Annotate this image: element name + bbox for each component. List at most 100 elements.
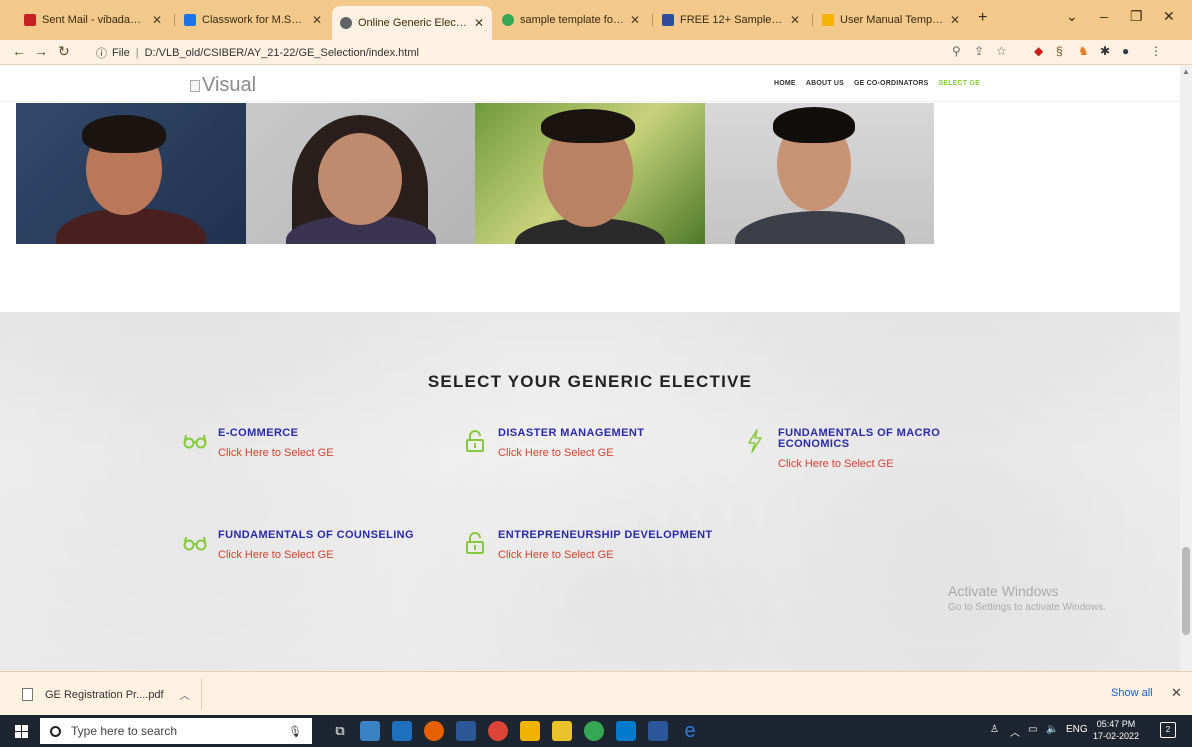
notification-center-icon[interactable]: 2 xyxy=(1160,722,1176,738)
coordinator-photo xyxy=(245,103,475,244)
select-ge-link[interactable]: Click Here to Select GE xyxy=(218,549,334,561)
mail-app-icon[interactable] xyxy=(392,721,412,741)
close-tab-icon[interactable]: ✕ xyxy=(790,13,800,27)
tab-sent-mail[interactable]: Sent Mail - vibadadare@ ✕ xyxy=(16,9,170,31)
network-icon[interactable]: ▭ xyxy=(1028,724,1037,735)
clock-time: 05:47 PM xyxy=(1096,719,1136,729)
elective-card-disaster-management: DISASTER MANAGEMENT Click Here to Select… xyxy=(462,428,722,468)
volume-icon[interactable]: 🔈 xyxy=(1046,724,1058,735)
close-tab-icon[interactable]: ✕ xyxy=(312,13,322,27)
scroll-up-icon[interactable]: ▲ xyxy=(1182,67,1190,76)
cortana-icon xyxy=(50,725,61,737)
file-explorer-icon[interactable] xyxy=(520,721,540,741)
close-tab-icon[interactable]: ✕ xyxy=(474,16,484,30)
people-icon[interactable]: ♙ xyxy=(990,724,999,735)
calculator-app-icon[interactable] xyxy=(360,721,380,741)
bookmark-star-icon[interactable]: ☆ xyxy=(996,44,1007,58)
show-all-button[interactable]: Show all xyxy=(1111,687,1153,699)
vscode-icon[interactable] xyxy=(616,721,636,741)
watermark-title: Activate Windows xyxy=(948,583,1059,599)
menu-ge-coordinators[interactable]: GE CO-ORDINATORS xyxy=(854,80,929,87)
chevron-up-icon[interactable]: ︿ xyxy=(180,687,190,702)
chrome-icon[interactable] xyxy=(488,721,508,741)
tab-online-generic-elective[interactable]: Online Generic Elective ✕ xyxy=(332,6,492,40)
minimize-icon[interactable]: – xyxy=(1100,8,1108,24)
word-icon[interactable] xyxy=(648,721,668,741)
site-icon xyxy=(662,14,674,26)
microphone-icon[interactable]: 🎙 xyxy=(288,725,302,738)
coordinator-photo xyxy=(475,103,705,244)
elective-name: FUNDAMENTALS OF COUNSELING xyxy=(218,529,414,541)
windows-start-icon[interactable] xyxy=(15,725,28,738)
tab-sample-template[interactable]: sample template for use ✕ xyxy=(494,9,648,31)
elective-card-ecommerce: E-COMMERCE Click Here to Select GE xyxy=(182,428,442,468)
select-ge-link[interactable]: Click Here to Select GE xyxy=(498,549,614,561)
store-icon[interactable] xyxy=(456,721,476,741)
tab-title: FREE 12+ Sample User xyxy=(680,14,784,26)
menu-select-ge[interactable]: SELECT GE xyxy=(938,80,979,87)
task-view-icon[interactable]: ⧉ xyxy=(330,721,350,741)
share-icon[interactable]: ⇪ xyxy=(974,44,984,58)
tab-free-sample-user[interactable]: FREE 12+ Sample User ✕ xyxy=(654,9,808,31)
chrome-active-icon[interactable] xyxy=(584,721,604,741)
close-icon[interactable]: ✕ xyxy=(1171,685,1182,701)
select-ge-section: SELECT YOUR GENERIC ELECTIVE E-COMMERCE … xyxy=(0,312,1180,671)
close-tab-icon[interactable]: ✕ xyxy=(950,13,960,27)
unlock-icon xyxy=(462,530,488,556)
tab-title: Sent Mail - vibadadare@ xyxy=(42,14,146,26)
broken-image-icon xyxy=(190,79,200,92)
metamask-icon[interactable]: ♞ xyxy=(1078,44,1089,58)
download-filename: GE Registration Pr....pdf xyxy=(45,688,164,701)
new-tab-button[interactable]: + xyxy=(978,9,987,27)
windows-taskbar: Type here to search 🎙 ⧉ e ♙ ︿ ▭ 🔈 ENG 05… xyxy=(0,715,1192,747)
browser-menu-icon[interactable]: ⋮ xyxy=(1150,44,1162,58)
forward-icon[interactable]: → xyxy=(34,43,48,59)
close-tab-icon[interactable]: ✕ xyxy=(630,13,640,27)
browser-tab-strip: Sent Mail - vibadadare@ ✕ Classwork for … xyxy=(0,0,1192,40)
taskbar-clock[interactable]: 05:47 PM 17-02-2022 xyxy=(1093,718,1139,742)
select-ge-link[interactable]: Click Here to Select GE xyxy=(778,458,894,470)
zoom-icon[interactable]: ⚲ xyxy=(952,44,961,58)
profile-avatar-icon[interactable]: ● xyxy=(1122,44,1129,58)
language-indicator[interactable]: ENG xyxy=(1066,724,1088,735)
tab-divider xyxy=(174,14,175,26)
tab-title: sample template for use xyxy=(520,14,624,26)
close-window-icon[interactable]: ✕ xyxy=(1163,8,1175,25)
tab-search-icon[interactable]: ⌄ xyxy=(1066,8,1078,25)
browser-toolbar: ← → ↻ ⓘ File | D:/VLB_old/CSIBER/AY_21-2… xyxy=(0,40,1192,65)
back-icon[interactable]: ← xyxy=(12,43,26,59)
menu-home[interactable]: HOME xyxy=(774,80,796,87)
main-menu: HOME ABOUT US GE CO-ORDINATORS SELECT GE xyxy=(774,80,980,87)
menu-about-us[interactable]: ABOUT US xyxy=(806,80,844,87)
coordinator-photo xyxy=(704,103,934,244)
firefox-icon[interactable] xyxy=(424,721,444,741)
select-ge-link[interactable]: Click Here to Select GE xyxy=(218,447,334,459)
download-item[interactable]: GE Registration Pr....pdf ︿ xyxy=(22,687,190,702)
select-ge-link[interactable]: Click Here to Select GE xyxy=(498,447,614,459)
logo-alt-text: Visual xyxy=(202,74,257,96)
site-logo[interactable]: Visual xyxy=(190,74,256,97)
tab-classwork[interactable]: Classwork for M.Sc.(CS)- ✕ xyxy=(176,9,330,31)
close-tab-icon[interactable]: ✕ xyxy=(152,13,162,27)
chevron-up-icon[interactable]: ︿ xyxy=(1010,724,1020,739)
edge-icon[interactable]: e xyxy=(680,721,700,741)
elective-card-macro-economics: FUNDAMENTALS OF MACRO ECONOMICS Click He… xyxy=(742,428,1002,478)
tab-divider xyxy=(812,14,813,26)
extension-icon[interactable]: § xyxy=(1056,44,1063,58)
address-bar[interactable]: ⓘ File | D:/VLB_old/CSIBER/AY_21-22/GE_S… xyxy=(96,44,996,61)
elective-name: ENTREPRENEURSHIP DEVELOPMENT xyxy=(498,529,713,541)
url-text: D:/VLB_old/CSIBER/AY_21-22/GE_Selection/… xyxy=(144,46,419,59)
pdf-file-icon xyxy=(22,688,33,701)
scrollbar-thumb[interactable] xyxy=(1182,547,1190,635)
gmail-icon xyxy=(24,14,36,26)
page-scrollbar[interactable]: ▲ xyxy=(1180,65,1192,671)
reload-icon[interactable]: ↻ xyxy=(58,43,70,60)
extensions-puzzle-icon[interactable]: ✱ xyxy=(1100,44,1110,58)
elective-name: DISASTER MANAGEMENT xyxy=(498,427,645,439)
restore-icon[interactable]: ❐ xyxy=(1130,8,1143,25)
info-icon[interactable]: ⓘ xyxy=(96,45,107,61)
extension-icon[interactable]: ◆ xyxy=(1034,44,1043,58)
tab-user-manual-template[interactable]: User Manual Template ✕ xyxy=(814,9,968,31)
sticky-notes-icon[interactable] xyxy=(552,721,572,741)
taskbar-search-box[interactable]: Type here to search 🎙 xyxy=(40,718,312,744)
